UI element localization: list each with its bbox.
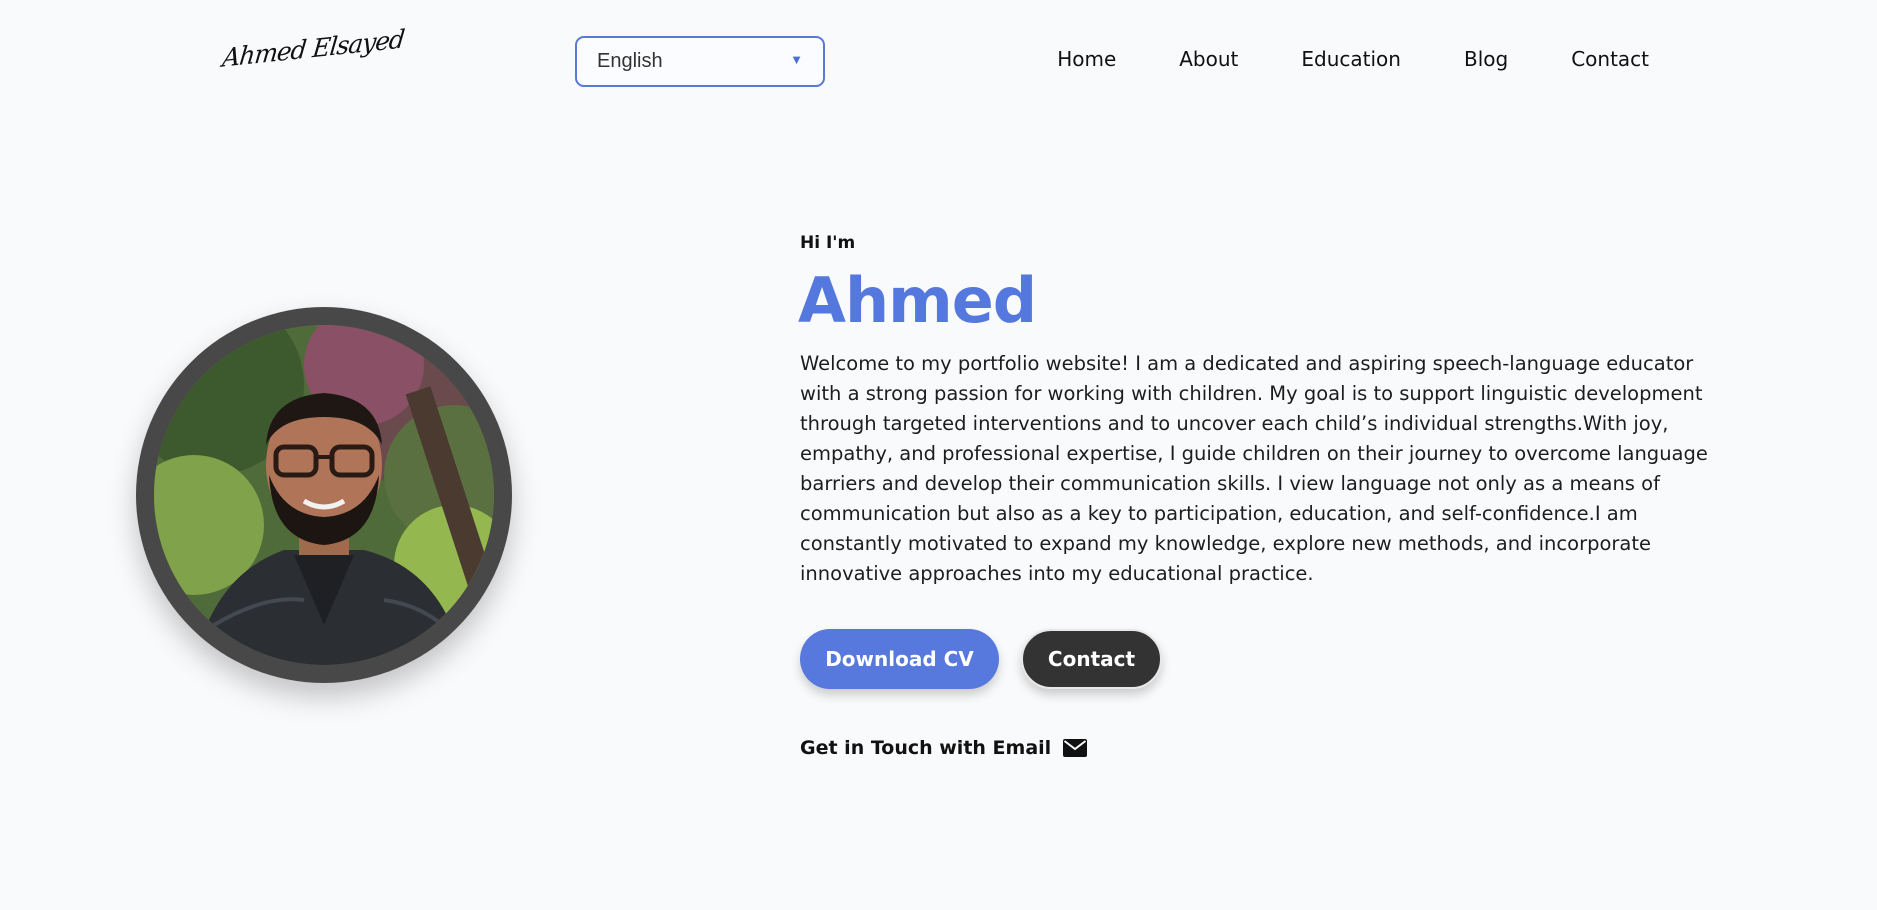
nav-blog[interactable]: Blog (1464, 47, 1508, 71)
avatar (154, 325, 494, 665)
nav-about[interactable]: About (1179, 47, 1238, 71)
signature-logo[interactable]: Ahmed Elsayed (221, 24, 406, 73)
bio-paragraph: Welcome to my portfolio website! I am a … (800, 352, 1708, 585)
nav-contact[interactable]: Contact (1571, 47, 1649, 71)
contact-button[interactable]: Contact (1021, 629, 1162, 689)
nav-education[interactable]: Education (1301, 47, 1401, 71)
email-cta[interactable]: Get in Touch with Email (800, 737, 1088, 759)
portfolio-page: Ahmed Elsayed English ▼ Home About Educa… (0, 0, 1877, 910)
envelope-icon[interactable] (1063, 739, 1088, 757)
profile-photo (154, 325, 494, 665)
triangle-down-icon: ▼ (790, 52, 803, 67)
main-nav: Home About Education Blog Contact (1057, 47, 1649, 71)
greeting: Hi I'm (800, 233, 856, 253)
email-cta-label: Get in Touch with Email (800, 737, 1052, 759)
nav-home[interactable]: Home (1057, 47, 1116, 71)
avatar-ring (136, 307, 512, 683)
hero-name: Ahmed (798, 264, 1037, 337)
language-select[interactable]: English ▼ (575, 36, 825, 87)
download-cv-button[interactable]: Download CV (800, 629, 999, 689)
language-selected-value: English (597, 50, 663, 72)
